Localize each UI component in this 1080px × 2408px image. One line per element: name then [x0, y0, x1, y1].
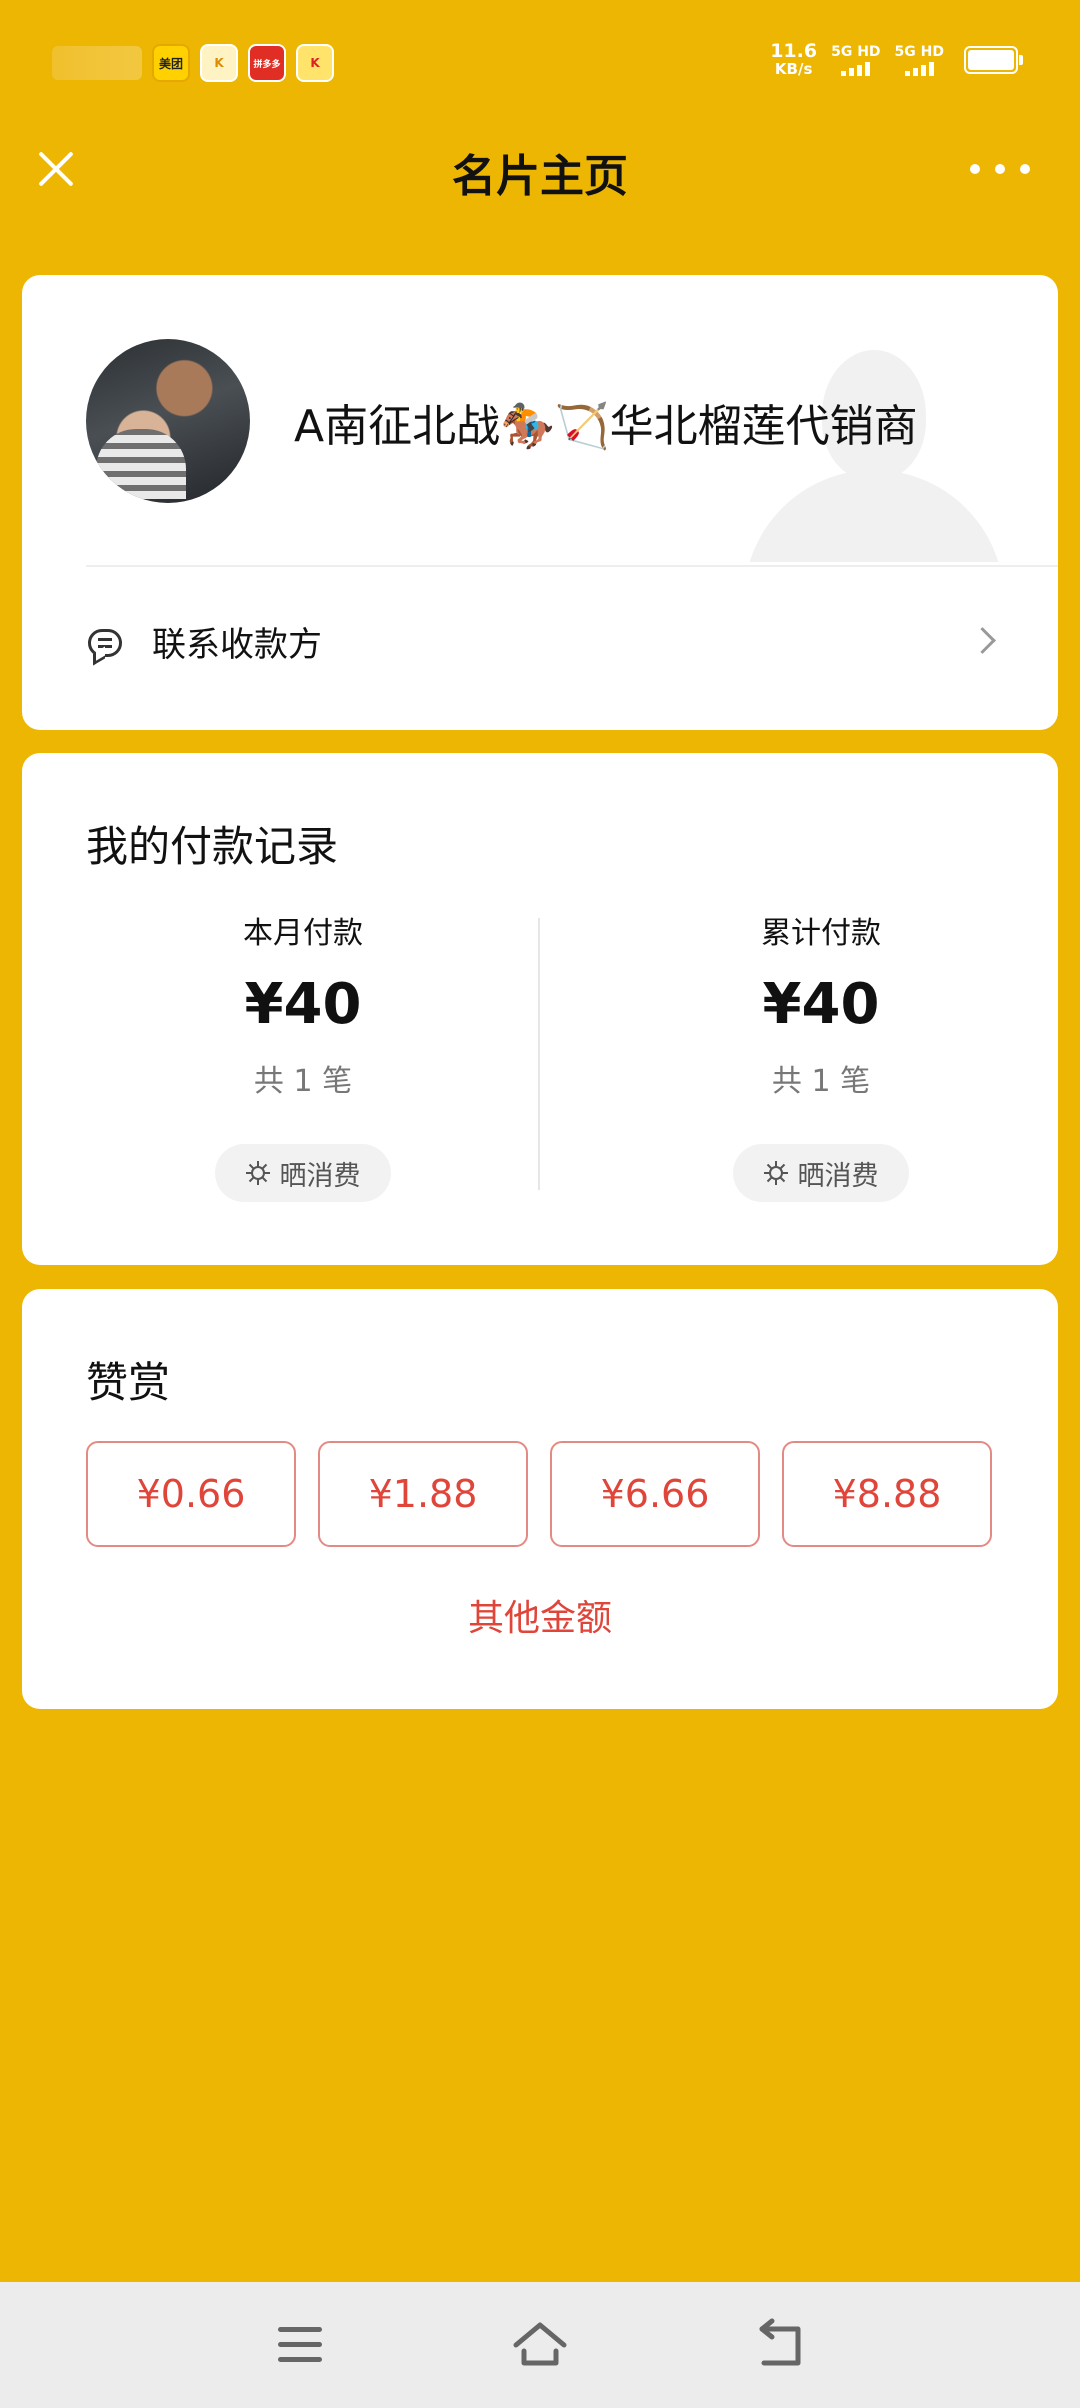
total-payment-amount: ¥40 [762, 972, 880, 1037]
share-spending-label: 晒消费 [279, 1160, 361, 1192]
back-icon[interactable] [750, 2315, 810, 2375]
network-speed: 11.6 KB/s [770, 40, 818, 79]
battery-icon [964, 46, 1023, 74]
sun-icon [763, 1161, 788, 1185]
sim2-label: 5G HD [894, 44, 944, 60]
sim1-signal-icon: 5G HD [831, 44, 881, 76]
menu-icon[interactable] [270, 2315, 330, 2375]
contact-payee-label: 联系收款方 [152, 625, 322, 665]
share-spending-button-total[interactable]: 晒消费 [733, 1144, 909, 1202]
total-payment-label: 累计付款 [761, 916, 881, 951]
chat-icon [88, 629, 122, 657]
pinduoduo-app-label: 拼多多 [253, 59, 281, 70]
vertical-divider [538, 918, 540, 1190]
sim2-signal-icon: 5G HD [895, 44, 944, 76]
sun-icon [245, 1161, 270, 1185]
reward-amount-button[interactable]: ¥8.88 [782, 1441, 992, 1547]
sim1-label: 5G HD [831, 44, 881, 60]
month-payment-label: 本月付款 [243, 916, 363, 951]
share-spending-button-month[interactable]: 晒消费 [215, 1144, 391, 1202]
home-icon[interactable] [510, 2315, 570, 2375]
profile-name: A南征北战🏇🏹华北榴莲代销商 [294, 401, 918, 452]
contact-payee-row[interactable]: 联系收款方 [22, 567, 1058, 730]
person-silhouette-icon [744, 350, 1004, 562]
header: 名片主页 [0, 130, 1080, 210]
avatar[interactable] [86, 339, 250, 503]
chevron-right-icon [969, 627, 996, 654]
faded-notification-icon [52, 46, 142, 80]
system-nav-bar [0, 2282, 1080, 2408]
total-payment-count: 共 1 笔 [771, 1064, 871, 1099]
month-payment-count: 共 1 笔 [253, 1064, 353, 1099]
notification-icons: 美团 K 拼多多 K [52, 44, 334, 82]
reward-amount-button[interactable]: ¥0.66 [86, 1441, 296, 1547]
network-speed-unit: KB/s [774, 60, 813, 78]
records-title: 我的付款记录 [86, 822, 339, 871]
meituan-app-label: 美团 [158, 56, 183, 71]
k-app-label: K [214, 56, 224, 70]
pinduoduo-app-icon: 拼多多 [248, 44, 286, 82]
k-app-icon-2: K [296, 44, 334, 82]
status-bar: 美团 K 拼多多 K 11.6 KB/s 5G HD 5G HD [0, 0, 1080, 130]
reward-amounts: ¥0.66 ¥1.88 ¥6.66 ¥8.88 [86, 1441, 992, 1547]
meituan-app-icon: 美团 [152, 44, 190, 82]
share-spending-label: 晒消费 [797, 1160, 879, 1192]
more-icon[interactable] [970, 154, 1030, 184]
total-payment-stat: 累计付款 ¥40 共 1 笔 晒消费 [676, 908, 966, 1202]
reward-title: 赞赏 [86, 1358, 171, 1407]
month-payment-amount: ¥40 [244, 972, 362, 1037]
k-app-label-2: K [310, 56, 320, 70]
reward-amount-button[interactable]: ¥6.66 [550, 1441, 760, 1547]
profile-card: A南征北战🏇🏹华北榴莲代销商 联系收款方 [22, 275, 1058, 730]
page-title: 名片主页 [452, 151, 628, 202]
network-speed-value: 11.6 [770, 40, 818, 62]
other-amount-link[interactable]: 其他金额 [22, 1589, 1058, 1641]
month-payment-stat: 本月付款 ¥40 共 1 笔 晒消费 [158, 908, 448, 1202]
reward-card: 赞赏 ¥0.66 ¥1.88 ¥6.66 ¥8.88 其他金额 [22, 1289, 1058, 1709]
reward-amount-button[interactable]: ¥1.88 [318, 1441, 528, 1547]
system-indicators: 11.6 KB/s 5G HD 5G HD [770, 40, 1023, 79]
payment-records-card: 我的付款记录 本月付款 ¥40 共 1 笔 晒消费 累计付款 ¥40 共 1 笔… [22, 753, 1058, 1265]
k-app-icon: K [200, 44, 238, 82]
